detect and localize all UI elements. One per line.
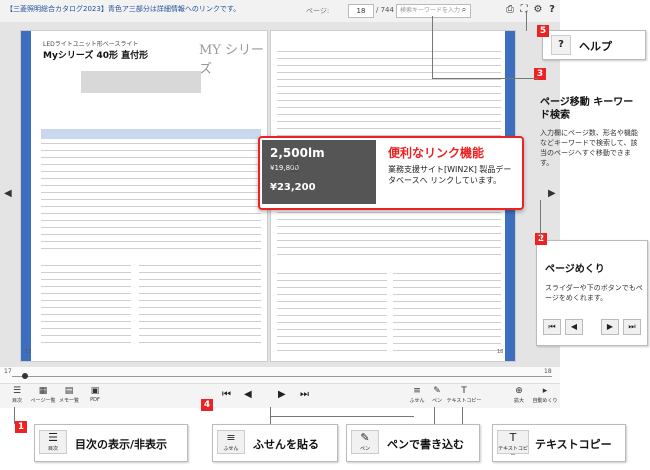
memo-icon: ▤ [64, 386, 74, 396]
link-notice: 【三菱照明総合カタログ2023】青色ア三部分は詳細情報へのリンクです。 [6, 5, 241, 13]
last-page-icon: ⏭ [623, 319, 641, 335]
next-page-arrow[interactable]: ▶ [548, 188, 556, 199]
help-icon: ? [551, 35, 571, 55]
sticky-icon-box: ≡ ふせん [217, 430, 245, 454]
page-number-right: 18 [497, 349, 504, 355]
search-icon[interactable]: ⌕ [458, 4, 470, 16]
zoom-icon: ⊕ [515, 386, 523, 396]
connector-line [432, 16, 433, 78]
text-copy-icon: T [461, 386, 467, 396]
next-icon: ▶ [601, 319, 619, 335]
product-image [81, 71, 201, 93]
popup-title: 便利なリンク機能 [388, 146, 485, 160]
connector-line [432, 78, 538, 79]
connector-line [526, 11, 527, 31]
page-side-tab [21, 31, 31, 361]
gear-icon[interactable]: ⚙ [532, 4, 544, 16]
series-logo: MY シリーズ [199, 43, 265, 77]
prev-page-arrow[interactable]: ◀ [4, 188, 12, 199]
list-icon: ☰ [12, 386, 22, 396]
help-callout: 5 ? ヘルプ [537, 25, 646, 60]
search-callout: 3 ページ移動 キーワード検索 入力欄にページ数、形名や機能などキーワードで検索… [534, 68, 646, 186]
connector-line [540, 200, 541, 240]
prev-page-button[interactable]: ◀ [244, 389, 252, 400]
pdf-button[interactable]: ▣ PDF [82, 385, 108, 403]
auto-turn-icon: ▸ [542, 386, 548, 396]
memo-list-button[interactable]: ▤ メモ一覧 [56, 385, 82, 404]
toc-callout: 1 ☰ 目次 目次の表示/非表示 [15, 421, 188, 462]
text-copy-callout: T テキストコピー テキストコピー [492, 424, 626, 462]
toc-icon-box: ☰ 目次 [39, 430, 67, 454]
page-number-input[interactable]: 18 [348, 4, 374, 18]
page-title: Myシリーズ 40形 直付形 [43, 51, 149, 61]
catalog-page-left[interactable]: LEDライトユニット形ベースライト Myシリーズ 40形 直付形 MY シリーズ… [20, 30, 268, 362]
pointer-hand-icon: ☝ [290, 160, 299, 176]
top-bar: 【三菱照明総合カタログ2023】青色ア三部分は詳細情報へのリンクです。 ページ:… [0, 0, 560, 23]
slider-handle[interactable] [22, 373, 28, 379]
text-copy-icon-box: T テキストコピー [497, 430, 529, 459]
print-icon[interactable]: ⎙ [504, 4, 516, 16]
price-value-2: ¥23,200 [270, 182, 316, 193]
table-header [41, 129, 261, 139]
page-turn-callout: 2 ページめくり スライダーや下のボタンでもページをめくれます。 ⏮ ◀ ▶ ⏭ [535, 233, 648, 346]
connector-line [270, 416, 414, 417]
prev-icon: ◀ [565, 319, 583, 335]
lumen-value: 2,500lm [270, 146, 325, 160]
pen-callout: ✎ ペン ペンで書き込む [346, 424, 480, 462]
spec-table-right-3 [393, 267, 501, 351]
toc-button[interactable]: ☰ 目次 [4, 385, 30, 404]
catalog-viewer: ◀ ▶ LEDライトユニット形ベースライト Myシリーズ 40形 直付形 MY … [0, 22, 560, 367]
page-slider[interactable]: 17 18 [0, 367, 560, 383]
auto-turn-button[interactable]: ▸ 自動めくり [532, 385, 558, 404]
zoom-button[interactable]: ⊕ 拡大 [506, 385, 532, 404]
page-number-left: 17 [25, 349, 32, 355]
pdf-icon: ▣ [90, 386, 100, 396]
connector-line [434, 407, 435, 424]
pen-icon-box: ✎ ペン [351, 430, 379, 454]
spec-table-small-2 [139, 263, 261, 343]
sticky-callout: 4 ≡ ふせん ふせんを貼る [201, 399, 338, 462]
last-page-button[interactable]: ⏭ [300, 389, 309, 400]
page-list-button[interactable]: ▦ ページ一覧 [30, 385, 56, 404]
popup-description: 業務支援サイト[WIN2K] 製品データベースへ リンクしています。 [388, 165, 512, 185]
connector-line [14, 407, 15, 424]
spec-table-right-2 [277, 267, 387, 351]
next-page-button[interactable]: ▶ [278, 389, 286, 400]
first-page-button[interactable]: ⏮ [222, 389, 231, 400]
page-label: ページ: [306, 7, 330, 15]
grid-icon: ▦ [38, 386, 48, 396]
page-subtitle: LEDライトユニット形ベースライト [43, 41, 139, 48]
spec-table-small [41, 263, 131, 343]
fullscreen-icon[interactable]: ⛶ [518, 4, 530, 16]
page-total: / 744 [376, 6, 394, 14]
first-page-icon: ⏮ [543, 319, 561, 335]
product-link-preview[interactable]: 2,500lm ¥19,800 ¥23,200 [262, 140, 376, 204]
slider-start-label: 17 [4, 368, 12, 375]
slider-end-label: 18 [544, 368, 552, 375]
text-copy-button[interactable]: T テキストコピー [446, 385, 482, 404]
connector-line [462, 407, 463, 424]
bottom-toolbar: ☰ 目次 ▦ ページ一覧 ▤ メモ一覧 ▣ PDF ⏮ ◀ ▶ ⏭ ≡ ふせん ✎ ペン T… [0, 383, 560, 408]
spec-table [41, 139, 261, 249]
help-icon[interactable]: ? [546, 4, 558, 16]
slider-track[interactable] [12, 376, 552, 377]
